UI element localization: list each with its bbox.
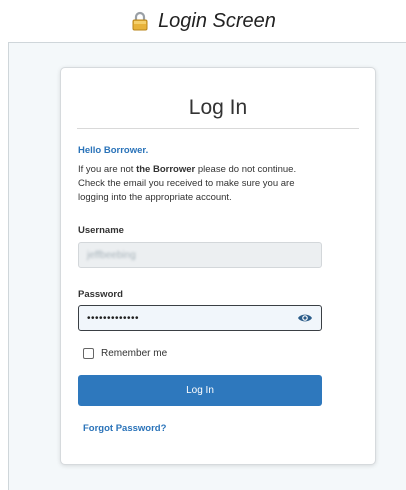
password-label: Password [78, 289, 123, 300]
greeting-text: Hello Borrower. [78, 145, 149, 156]
eye-icon[interactable] [297, 312, 313, 324]
login-card: Log In Hello Borrower. If you are not th… [60, 67, 376, 465]
warning-prefix: If you are not [78, 164, 137, 175]
username-value: jeffbeebing [87, 249, 136, 261]
remember-me-group: Remember me [83, 348, 167, 359]
forgot-password-link[interactable]: Forgot Password? [83, 423, 166, 434]
screen-title: Login Screen [158, 9, 276, 32]
password-field[interactable]: ••••••••••••• [78, 305, 322, 331]
warning-bold: the Borrower [136, 164, 196, 175]
borrower-warning-text: If you are not the Borrower please do no… [78, 163, 322, 205]
remember-me-label[interactable]: Remember me [101, 348, 167, 359]
password-value: ••••••••••••• [87, 312, 140, 324]
lock-icon [130, 11, 150, 31]
username-field[interactable]: jeffbeebing [78, 242, 322, 268]
login-card-title: Log In [188, 96, 248, 119]
header-title-group: Login Screen [130, 10, 276, 33]
login-button[interactable]: Log In [78, 375, 322, 406]
title-divider [77, 128, 359, 129]
username-label: Username [78, 225, 124, 236]
remember-me-checkbox[interactable] [83, 348, 94, 359]
screen-header: Login Screen [0, 0, 406, 42]
content-panel: Log In Hello Borrower. If you are not th… [8, 42, 406, 490]
